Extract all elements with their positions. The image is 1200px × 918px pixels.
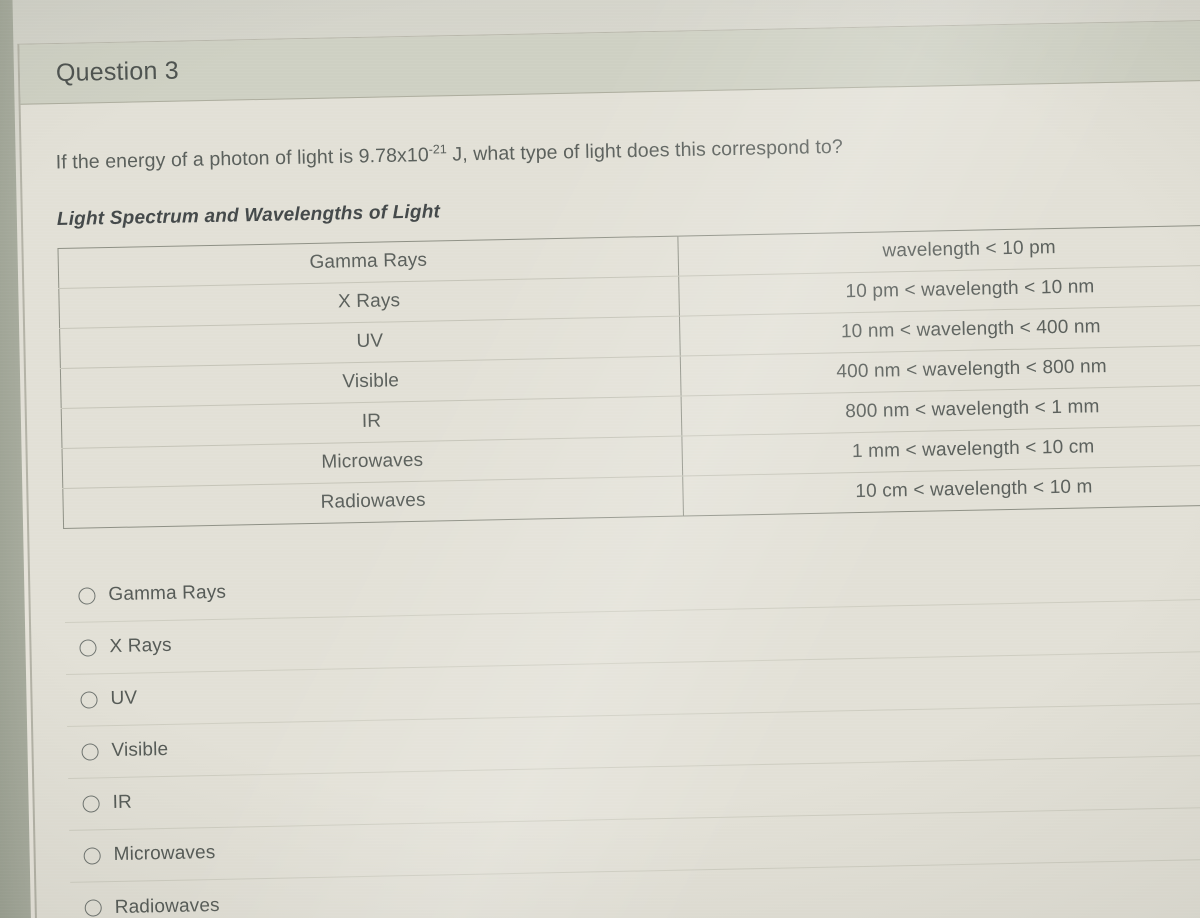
radio-button-icon[interactable]: [83, 846, 101, 865]
question-card-body: If the energy of a photon of light is 9.…: [21, 79, 1200, 918]
answer-option-label: Gamma Rays: [108, 581, 227, 606]
page-title: Question 3: [55, 56, 180, 88]
question-prompt: If the energy of a photon of light is 9.…: [56, 126, 1200, 174]
screen-surface: Question 3 If the energy of a photon of …: [0, 0, 1200, 918]
answer-option-label: UV: [110, 687, 138, 710]
radio-button-icon[interactable]: [84, 899, 102, 917]
answer-options-list: Gamma Rays X Rays UV Visible IR Microwav…: [63, 546, 1200, 918]
question-prompt-exponent: -21: [428, 142, 447, 157]
question-prompt-after: J, what type of light does this correspo…: [446, 135, 844, 166]
light-spectrum-table: Gamma Rays wavelength < 10 pm X Rays 10 …: [57, 223, 1200, 529]
answer-option-label: X Rays: [109, 634, 172, 658]
answer-option-label: IR: [112, 791, 133, 814]
radio-button-icon[interactable]: [79, 638, 97, 657]
answer-option-label: Microwaves: [113, 841, 216, 866]
question-card: Question 3 If the energy of a photon of …: [17, 18, 1200, 918]
light-spectrum-table-body: Gamma Rays wavelength < 10 pm X Rays 10 …: [57, 223, 1200, 528]
answer-option-label: Radiowaves: [114, 894, 220, 918]
radio-button-icon[interactable]: [81, 742, 99, 761]
radio-button-icon[interactable]: [78, 586, 96, 605]
spectrum-table-caption: Light Spectrum and Wavelengths of Light: [56, 200, 441, 230]
radio-button-icon[interactable]: [82, 794, 100, 813]
question-prompt-before: If the energy of a photon of light is 9.…: [55, 144, 429, 174]
radio-button-icon[interactable]: [80, 690, 98, 709]
answer-option-label: Visible: [111, 738, 169, 762]
screen-photo: Question 3 If the energy of a photon of …: [0, 0, 1200, 918]
